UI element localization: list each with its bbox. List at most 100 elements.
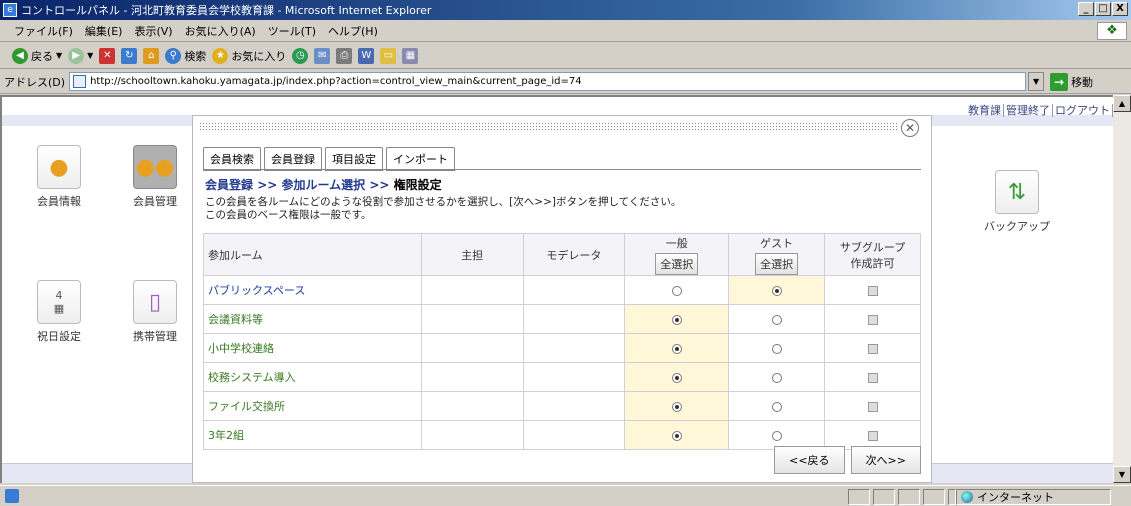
chevron-down-icon: ▼ <box>87 51 94 60</box>
subgroup-checkbox[interactable] <box>867 285 878 296</box>
menu-favorites[interactable]: お気に入り(A) <box>185 23 256 39</box>
menu-view[interactable]: 表示(V) <box>134 23 172 39</box>
back-button[interactable]: <<戻る <box>774 446 845 474</box>
messenger-icon[interactable]: ▦ <box>402 47 419 64</box>
tab-member-register[interactable]: 会員登録 <box>264 147 322 171</box>
menu-file[interactable]: ファイル(F) <box>14 23 73 39</box>
close-button[interactable]: X <box>1112 2 1128 16</box>
room-name[interactable]: 会議資料等 <box>203 304 422 334</box>
chevron-down-icon: ▼ <box>56 51 63 60</box>
tab-import[interactable]: インポート <box>386 147 455 171</box>
stop-icon[interactable]: ✕ <box>99 47 116 64</box>
guest-radio[interactable] <box>771 401 782 412</box>
subgroup-checkbox[interactable] <box>867 430 878 441</box>
home-icon[interactable]: ⌂ <box>143 47 160 64</box>
app-label: 会員情報 <box>37 195 81 208</box>
security-zone: インターネット <box>956 489 1111 505</box>
folder-icon[interactable]: ▭ <box>380 47 397 64</box>
favorites-button[interactable]: ★ お気に入り <box>212 47 287 64</box>
status-pane <box>898 489 920 505</box>
breadcrumb-step1: 会員登録 <box>205 178 254 192</box>
subgroup-checkbox[interactable] <box>867 314 878 325</box>
drag-handle[interactable] <box>199 122 899 132</box>
admin-exit-link[interactable]: 管理終了 <box>1004 104 1053 117</box>
general-cell <box>624 420 730 450</box>
select-all-general-button[interactable]: 全選択 <box>655 252 699 275</box>
general-radio[interactable] <box>671 343 682 354</box>
logout-link[interactable]: ログアウト <box>1053 104 1113 117</box>
maximize-button[interactable]: □ <box>1095 2 1111 16</box>
edit-icon[interactable]: W <box>358 47 375 64</box>
mobile-icon: ▯ <box>133 280 177 324</box>
subgroup-cell <box>824 275 921 305</box>
close-icon[interactable]: ✕ <box>901 119 919 137</box>
general-radio[interactable] <box>671 372 682 383</box>
col-owner: 主担 <box>420 233 524 276</box>
general-cell <box>624 391 730 421</box>
subgroup-checkbox[interactable] <box>867 372 878 383</box>
menu-tools[interactable]: ツール(T) <box>268 23 316 39</box>
room-name[interactable]: 小中学校連絡 <box>203 333 422 363</box>
tab-member-search[interactable]: 会員検索 <box>203 147 261 171</box>
vertical-scrollbar[interactable]: ▲ ▼ <box>1113 95 1131 483</box>
room-name[interactable]: 3年2組 <box>203 420 422 450</box>
instruction-line: この会員を各ルームにどのような役割で参加させるかを選択し、[次へ>>]ボタンを押… <box>205 196 682 208</box>
moderator-cell <box>522 362 626 392</box>
status-pane <box>948 489 956 505</box>
refresh-icon[interactable]: ↻ <box>121 47 138 64</box>
print-icon[interactable]: ⎙ <box>336 47 353 64</box>
select-all-guest-button[interactable]: 全選択 <box>755 252 799 275</box>
menu-help[interactable]: ヘルプ(H) <box>328 23 378 39</box>
favorites-label: お気に入り <box>231 49 287 63</box>
breadcrumb-current: 権限設定 <box>393 178 442 192</box>
table-row: 校務システム導入 <box>203 362 921 392</box>
room-name[interactable]: ファイル交換所 <box>203 391 422 421</box>
org-link[interactable]: 教育課 <box>966 104 1004 117</box>
app-backup[interactable]: ⇅ バックアップ <box>982 170 1052 234</box>
app-mobile-admin[interactable]: ▯ 携帯管理 <box>120 280 190 344</box>
general-radio[interactable] <box>671 401 682 412</box>
address-dropdown-button[interactable]: ▼ <box>1028 72 1045 91</box>
app-label: 携帯管理 <box>133 330 177 343</box>
mail-icon[interactable]: ✉ <box>314 47 331 64</box>
history-icon[interactable]: ◷ <box>292 47 309 64</box>
col-guest: ゲスト 全選択 <box>728 233 826 276</box>
app-member-admin[interactable]: ●● 会員管理 <box>120 145 190 209</box>
guest-radio[interactable] <box>771 285 782 296</box>
go-button[interactable]: → 移動 <box>1050 72 1093 91</box>
table-row: 会議資料等 <box>203 304 921 334</box>
room-name[interactable]: パブリックスペース <box>203 275 422 305</box>
subgroup-checkbox[interactable] <box>867 343 878 354</box>
moderator-cell <box>522 275 626 305</box>
app-label: バックアップ <box>984 220 1050 233</box>
col-room: 参加ルーム <box>203 233 422 276</box>
forward-button[interactable]: ▶ ▼ <box>68 47 94 64</box>
menu-edit[interactable]: 編集(E) <box>85 23 123 39</box>
minimize-button[interactable]: _ <box>1078 2 1094 16</box>
app-member-info[interactable]: ● 会員情報 <box>24 145 94 209</box>
scroll-down-button[interactable]: ▼ <box>1113 466 1131 483</box>
tab-field-settings[interactable]: 項目設定 <box>325 147 383 171</box>
room-name[interactable]: 校務システム導入 <box>203 362 422 392</box>
back-button[interactable]: ◀ 戻る ▼ <box>12 47 63 64</box>
moderator-cell <box>522 391 626 421</box>
guest-cell <box>728 275 826 305</box>
subgroup-checkbox[interactable] <box>867 401 878 412</box>
tab-divider <box>203 169 921 170</box>
guest-radio[interactable] <box>771 430 782 441</box>
address-input[interactable]: http://schooltown.kahoku.yamagata.jp/ind… <box>69 72 1027 91</box>
next-button[interactable]: 次へ>> <box>850 446 921 474</box>
general-radio[interactable] <box>671 430 682 441</box>
status-pane <box>848 489 870 505</box>
general-radio[interactable] <box>671 314 682 325</box>
guest-radio[interactable] <box>771 314 782 325</box>
general-cell <box>624 304 730 334</box>
general-radio[interactable] <box>671 285 682 296</box>
app-holiday-settings[interactable]: 4 ▦ 祝日設定 <box>24 280 94 344</box>
scroll-up-button[interactable]: ▲ <box>1113 95 1131 112</box>
guest-radio[interactable] <box>771 372 782 383</box>
header-links: 教育課 管理終了 ログアウト <box>966 102 1113 118</box>
search-button[interactable]: ⚲ 検索 <box>165 47 206 64</box>
col-moderator: モデレータ <box>522 233 626 276</box>
guest-radio[interactable] <box>771 343 782 354</box>
